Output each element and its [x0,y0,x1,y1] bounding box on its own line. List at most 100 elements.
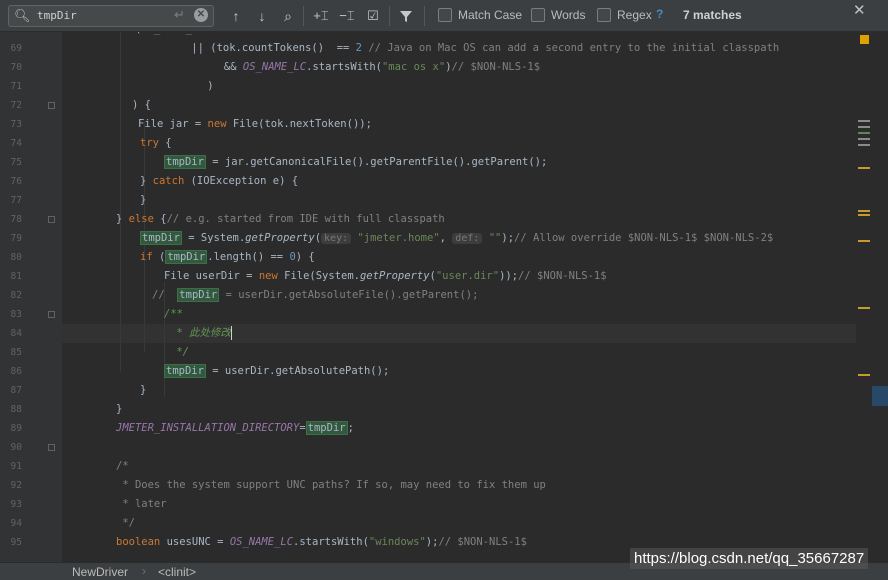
line-number[interactable]: 94 [0,514,22,533]
close-icon[interactable]: ✕ [853,1,866,19]
filter-icon[interactable] [398,6,414,26]
code-line[interactable]: /* [116,457,129,476]
next-occurrence-icon[interactable]: ↓ [255,6,269,26]
stripe-marker[interactable] [858,132,870,134]
code-line[interactable]: || (tok.countTokens() == 2 // Java on Ma… [166,39,779,58]
clear-icon[interactable]: ✕ [194,8,208,22]
code-line[interactable]: } [140,381,146,400]
code-line[interactable]: * Does the system support UNC paths? If … [116,476,546,495]
match-case-label[interactable]: Match Case [458,8,522,22]
line-number[interactable]: 74 [0,134,22,153]
enter-icon[interactable]: ↵ [174,7,185,23]
code-line[interactable]: ) [182,77,213,96]
breadcrumb-item-class[interactable]: NewDriver [72,565,128,579]
code-line[interactable]: */ [116,514,135,533]
regex-checkbox[interactable] [597,8,611,22]
line-number[interactable]: 77 [0,191,22,210]
search-input[interactable] [37,7,167,23]
line-number[interactable]: 76 [0,172,22,191]
code-line[interactable]: File jar = new File(tok.nextToken()); [138,115,372,134]
line-number[interactable]: 92 [0,476,22,495]
line-number[interactable]: 88 [0,400,22,419]
stripe-marker[interactable] [858,120,870,122]
code-line[interactable]: * 此处修改 [170,324,232,343]
line-number[interactable]: 80 [0,248,22,267]
code-line[interactable]: ) { [132,96,151,115]
line-number[interactable]: 72 [0,96,22,115]
stripe-marker[interactable] [858,138,870,140]
stripe-marker[interactable] [858,240,870,242]
code-token: JMETER_INSTALLATION_DIRECTORY [116,422,300,434]
line-number[interactable]: 71 [0,77,22,96]
code-line[interactable]: } [140,191,146,210]
line-number-gutter[interactable]: 69 70 71 72 73 74 75 76 77 78 79 80 81 82 83 84 85 86 87 88… [0,32,62,562]
code-line[interactable]: * later [116,495,166,514]
code-token: getProperty [359,270,430,282]
line-number[interactable]: 82 [0,286,22,305]
code-token: /* [116,460,129,472]
line-number[interactable]: 85 [0,343,22,362]
line-number[interactable]: 78 [0,210,22,229]
code-line[interactable]: } [116,400,122,419]
stripe-marker[interactable] [858,167,870,169]
stripe-marker[interactable] [858,210,870,212]
add-occurrence-icon[interactable]: +⌶ [312,6,330,26]
code-line[interactable]: /** [164,305,183,324]
code-line[interactable]: tmpDir = userDir.getAbsolutePath(); [164,362,389,381]
search-icon[interactable]: 🔍︎ [14,8,31,24]
error-stripe[interactable] [856,32,888,562]
stripe-marker[interactable] [858,374,870,376]
code-line[interactable]: try { [140,134,172,153]
regex-label[interactable]: Regex [617,8,652,22]
line-number[interactable]: 83 [0,305,22,324]
code-line[interactable]: File userDir = new File(System.getProper… [164,267,607,286]
line-number[interactable]: 73 [0,115,22,134]
code-line[interactable]: tmpDir = System.getProperty(key: "jmeter… [140,229,773,248]
line-number[interactable]: 95 [0,533,22,552]
line-number[interactable]: 81 [0,267,22,286]
line-number[interactable]: 75 [0,153,22,172]
code-line[interactable]: tmpDir = jar.getCanonicalFile().getParen… [164,153,547,172]
line-number[interactable]: 86 [0,362,22,381]
words-checkbox[interactable] [531,8,545,22]
line-number[interactable]: 93 [0,495,22,514]
regex-help-link[interactable]: ? [656,7,663,21]
code-line[interactable]: JMETER_INSTALLATION_DIRECTORY= tmpDir; [116,419,354,438]
select-all-occurrences-icon[interactable]: ☑ [364,6,382,26]
line-number[interactable]: 79 [0,229,22,248]
code-token: // Java on Mac OS can add a second entry… [362,42,780,54]
line-number[interactable]: 70 [0,58,22,77]
stripe-marker[interactable] [858,214,870,216]
line-number[interactable]: 69 [0,39,22,58]
stripe-marker[interactable] [858,307,870,309]
code-token: OS_NAME_LC [242,61,307,73]
line-number[interactable]: 91 [0,457,22,476]
stripe-marker[interactable] [858,144,870,146]
code-line[interactable]: } catch (IOException e) { [140,172,298,191]
code-line[interactable]: && OS_NAME_LC.startsWith("mac os x")// $… [186,58,540,77]
line-number[interactable]: 87 [0,381,22,400]
code-line[interactable]: boolean usesUNC = OS_NAME_LC.startsWith(… [116,533,527,552]
fold-icon[interactable] [48,311,55,318]
code-line[interactable]: if (tmpDir .length() == 0) { [140,248,315,267]
code-editor[interactable]: if (OS_NAME_LC... || (tok.countTokens() … [62,32,856,562]
find-all-icon[interactable]: ⌕ [280,6,296,26]
fold-icon[interactable] [48,216,55,223]
words-label[interactable]: Words [551,8,585,22]
line-number[interactable]: 89 [0,419,22,438]
code-line[interactable]: */ [170,343,189,362]
search-field[interactable]: 🔍︎ ↵ ✕ [8,5,214,27]
code-line[interactable]: // tmpDir = userDir.getAbsoluteFile().ge… [152,286,478,305]
code-line[interactable]: } else {// e.g. started from IDE with fu… [116,210,445,229]
remove-occurrence-icon[interactable]: −⌶ [338,6,356,26]
scroll-position-indicator[interactable] [872,386,888,406]
warning-status-icon[interactable] [860,35,869,44]
match-case-checkbox[interactable] [438,8,452,22]
stripe-marker[interactable] [858,126,870,128]
fold-icon[interactable] [48,102,55,109]
line-number[interactable]: 84 [0,324,22,343]
fold-icon[interactable] [48,444,55,451]
line-number[interactable]: 90 [0,438,22,457]
breadcrumb-item-method[interactable]: <clinit> [158,565,196,579]
previous-occurrence-icon[interactable]: ↑ [229,6,243,26]
